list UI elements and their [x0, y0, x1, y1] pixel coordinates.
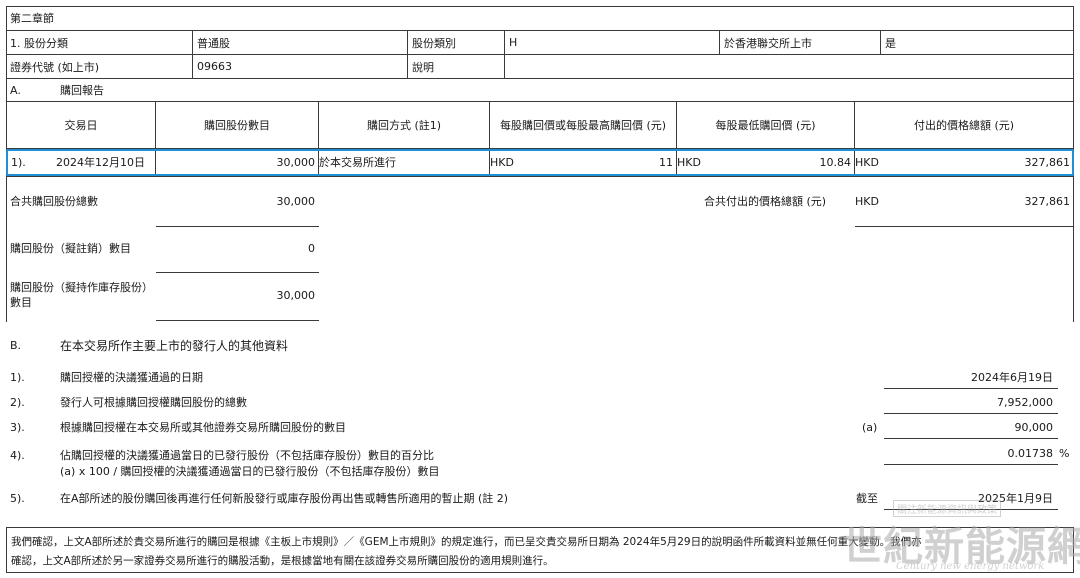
watermark-latin: Century new energy network: [896, 561, 1045, 572]
total-paid-ccy: HKD: [855, 194, 879, 208]
b-item-2-value: 7,952,000: [997, 395, 1053, 409]
listed-value: 是: [885, 36, 896, 50]
b-item-3-label: 根據購回授權在本交易所或其他證券交易所購回股份的數目: [60, 421, 346, 434]
b-item-5-label: 在A部所述的股份購回後再進行任何新股發行或庫存股份再出售或轉售所適用的暫止期 (…: [60, 492, 509, 505]
b-item-3-index: 3).: [10, 420, 25, 434]
rule: [407, 30, 408, 79]
b-item-5-index: 5).: [10, 491, 25, 505]
chapter-title: 第二章節: [10, 12, 54, 25]
rule: [6, 176, 1074, 177]
share-type-value: H: [509, 36, 518, 49]
b-item-2-label: 發行人可根據購回授權購回股份的總數: [60, 396, 247, 409]
col-header-date: 交易日: [64, 119, 98, 132]
rule: [855, 226, 1074, 227]
rule: [156, 320, 319, 321]
b-item-4-label-2: (a) x 100 / 購回授權的決議獲通過當日的已發行股份（不包括庫存股份）數…: [60, 465, 440, 478]
description-label: 說明: [412, 60, 434, 74]
col-header-total: 付出的價格總額 (元): [913, 119, 1015, 132]
rule: [884, 413, 1058, 414]
col-header-high-price: 每股購回價或每股最高購回價 (元): [499, 119, 667, 132]
b-item-1-label: 購回授權的決議獲通過的日期: [60, 371, 203, 384]
rule: [884, 464, 1058, 465]
share-class-label: 1. 股份分類: [10, 36, 68, 50]
total-paid-label: 合共付出的價格總額 (元): [704, 195, 827, 208]
rule: [884, 438, 1058, 439]
rule: [156, 272, 319, 273]
col-header-method: 購回方式 (註1): [366, 119, 442, 132]
b-item-3-value: 90,000: [1014, 420, 1054, 434]
rule: [504, 30, 505, 79]
total-paid-value: 327,861: [1024, 194, 1071, 208]
stock-code-value: 09663: [197, 60, 232, 73]
share-type-label: 股份類別: [412, 36, 456, 50]
section-b-title: 在本交易所作主要上市的發行人的其他資料: [60, 338, 289, 353]
row-highlight: [6, 149, 1074, 176]
section-b-letter: B.: [10, 338, 22, 352]
share-class-value: 普通股: [197, 36, 230, 50]
stock-code-label: 證券代號 (如上市): [10, 60, 100, 74]
b-item-4-value: 0.01738: [1007, 446, 1054, 460]
rule: [156, 226, 319, 227]
treasury-value: 30,000: [276, 288, 316, 302]
rule: [192, 30, 193, 79]
section-a-title: 購回報告: [60, 84, 104, 97]
section-a-letter: A.: [10, 83, 21, 97]
listed-label: 於香港聯交所上市: [724, 36, 812, 50]
b-item-4-unit: %: [1059, 446, 1070, 460]
b-item-1-value: 2024年6月19日: [971, 371, 1053, 384]
rule: [884, 388, 1058, 389]
col-header-shares: 購回股份數目: [204, 119, 270, 132]
b-item-1-index: 1).: [10, 370, 25, 384]
rule: [719, 30, 720, 55]
cancel-value: 0: [308, 241, 315, 255]
b-item-4-index: 4).: [10, 448, 25, 462]
col-header-low-price: 每股最低購回價 (元): [715, 119, 816, 132]
b-item-2-index: 2).: [10, 395, 25, 409]
rule: [880, 30, 881, 55]
total-shares-value: 30,000: [276, 194, 316, 208]
